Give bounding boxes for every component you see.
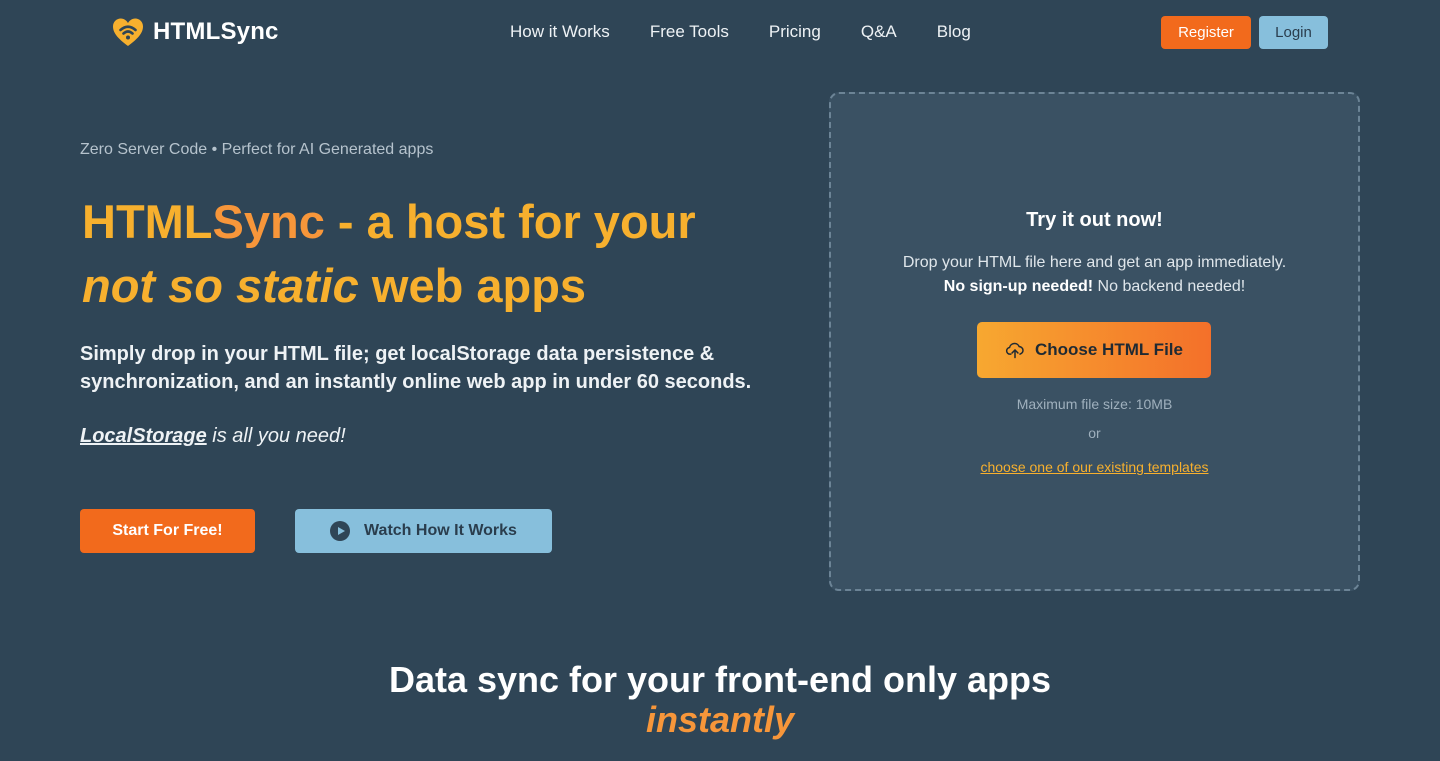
heart-wifi-icon: [113, 18, 143, 46]
hero-title: HTMLSync - a host for your not so static…: [82, 190, 696, 318]
hero-title-italic: not so static: [82, 259, 359, 312]
cloud-upload-icon: [1005, 342, 1024, 359]
dropzone-no-signup: No sign-up needed!: [943, 278, 1094, 295]
localstorage-link[interactable]: LocalStorage: [80, 425, 207, 447]
section-subtitle: instantly: [645, 699, 795, 740]
hero-title-brand-sync: Sync: [212, 195, 325, 248]
watch-how-it-works-button[interactable]: Watch How It Works: [295, 509, 552, 553]
nav-blog[interactable]: Blog: [937, 20, 971, 44]
hero-title-end: web apps: [358, 259, 587, 312]
brand-logo[interactable]: HTMLSync: [111, 16, 279, 48]
hero-note: LocalStorage is all you need!: [80, 425, 346, 448]
or-divider: or: [1088, 425, 1101, 441]
hero-tagline: Zero Server Code • Perfect for AI Genera…: [80, 141, 434, 158]
start-for-free-button[interactable]: Start For Free!: [80, 509, 255, 553]
main-nav: How it Works Free Tools Pricing Q&A Blog: [510, 20, 971, 44]
hero-description: Simply drop in your HTML file; get local…: [80, 343, 752, 393]
watch-button-label: Watch How It Works: [364, 522, 517, 539]
section-title: Data sync for your front-end only apps: [388, 659, 1052, 700]
max-file-size: Maximum file size: 10MB: [1016, 396, 1173, 412]
nav-free-tools[interactable]: Free Tools: [650, 20, 729, 44]
hero-title-brand-html: HTML: [82, 195, 213, 248]
file-drop-zone[interactable]: Try it out now! Drop your HTML file here…: [829, 92, 1360, 591]
play-icon: [330, 521, 351, 541]
hero-title-rest: - a host for your: [324, 195, 696, 248]
dropzone-instructions: Drop your HTML file here and get an app …: [902, 254, 1287, 271]
choose-html-file-button[interactable]: Choose HTML File: [977, 322, 1211, 378]
dropzone-subnote: No sign-up needed! No backend needed!: [831, 278, 1358, 296]
templates-link[interactable]: choose one of our existing templates: [831, 459, 1358, 475]
login-button[interactable]: Login: [1259, 16, 1328, 49]
dropzone-title: Try it out now!: [1026, 209, 1163, 231]
nav-qa[interactable]: Q&A: [861, 20, 897, 44]
brand-name: HTMLSync: [153, 18, 279, 45]
dropzone-no-backend: No backend needed!: [1093, 278, 1246, 295]
hero-title-line-2: not so static web apps: [82, 254, 696, 318]
nav-pricing[interactable]: Pricing: [769, 20, 821, 44]
register-button[interactable]: Register: [1161, 16, 1251, 49]
choose-file-label: Choose HTML File: [1035, 340, 1183, 359]
hero-note-rest: is all you need!: [206, 425, 346, 447]
page: HTMLSync How it Works Free Tools Pricing…: [0, 0, 1440, 761]
nav-how-it-works[interactable]: How it Works: [510, 20, 610, 44]
hero-title-line-1: HTMLSync - a host for your: [82, 190, 696, 254]
